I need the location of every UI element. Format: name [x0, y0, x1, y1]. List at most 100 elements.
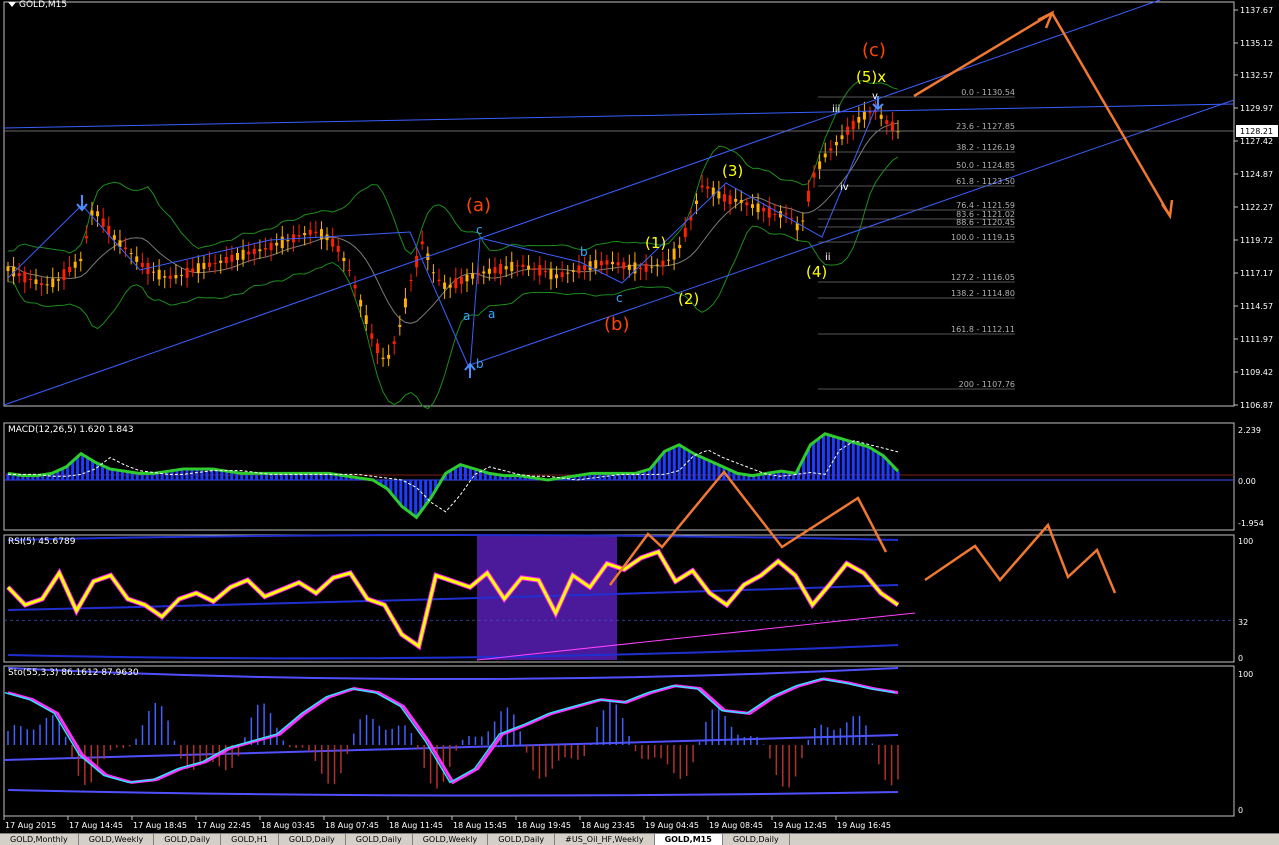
candle-body	[431, 272, 435, 274]
candle-body	[840, 135, 844, 140]
subwave-label-c: c	[616, 291, 623, 305]
subwave-label-ii: ii	[825, 252, 831, 263]
chart-tab[interactable]: GOLD,H1	[221, 834, 279, 845]
candle-body	[577, 265, 581, 274]
subwave-label-a: a	[463, 309, 470, 323]
candle-body	[487, 268, 491, 274]
subwave-label-b: b	[580, 245, 588, 259]
time-tick-label: 17 Aug 2015	[5, 821, 56, 830]
time-tick-label: 18 Aug 19:45	[517, 821, 571, 830]
chart-tab[interactable]: #US_Oil_HF,Weekly	[555, 834, 655, 845]
time-tick-label: 17 Aug 18:45	[133, 821, 187, 830]
candle-body	[806, 190, 810, 202]
wave-label-1: (1)	[645, 234, 666, 252]
candle-body	[784, 213, 788, 215]
candle-body	[694, 200, 698, 205]
sto-label: Sto(55,3,3) 86.1612 87.9630	[8, 668, 139, 678]
candle-body	[622, 262, 626, 269]
sto-tick-label: 100	[1238, 670, 1253, 679]
dropdown-arrow-icon[interactable]	[8, 2, 16, 7]
candle-body	[45, 284, 49, 286]
candle-body	[795, 223, 799, 231]
fib-label: 127.2 - 1116.05	[951, 273, 1015, 282]
candle-body	[611, 261, 615, 265]
chart-tab[interactable]: GOLD,Daily	[154, 834, 222, 845]
candle-body	[538, 265, 542, 276]
chart-tab[interactable]: GOLD,Weekly	[79, 834, 155, 845]
candle-body	[443, 282, 447, 289]
candle-body	[566, 272, 570, 274]
candle-body	[605, 260, 609, 265]
candle-body	[230, 254, 234, 262]
fib-label: 38.2 - 1126.19	[956, 143, 1015, 152]
time-tick-label: 18 Aug 03:45	[261, 821, 315, 830]
rsi-tick-label: 100	[1238, 537, 1253, 546]
time-tick-label: 18 Aug 07:45	[325, 821, 379, 830]
candle-body	[219, 260, 223, 264]
candle-body	[101, 218, 105, 227]
subwave-label-iv: iv	[840, 182, 849, 193]
candle-body	[734, 198, 738, 202]
chart-tab[interactable]: GOLD,M15	[654, 834, 723, 845]
candle-body	[717, 191, 721, 199]
price-tick-label: 1106.87	[1240, 401, 1273, 410]
candle-body	[655, 264, 659, 266]
candle-body	[56, 279, 60, 281]
candle-body	[661, 260, 665, 267]
chart-tab[interactable]: GOLD,Weekly	[413, 834, 489, 845]
candle-body	[364, 315, 368, 324]
candle-body	[745, 202, 749, 206]
candle-body	[879, 114, 883, 119]
candle-body	[140, 262, 144, 267]
candle-body	[599, 260, 603, 266]
chart-canvas: 0.0 - 1130.54 23.6 - 1127.85 38.2 - 1126.1…	[0, 0, 1279, 833]
candle-body	[532, 268, 536, 270]
candle-body	[347, 269, 351, 271]
time-tick-label: 17 Aug 22:45	[197, 821, 251, 830]
candle-body	[34, 279, 38, 285]
wave-label-4: (4)	[806, 263, 827, 281]
chart-tab[interactable]: GOLD,Daily	[723, 834, 790, 845]
candle-body	[403, 298, 407, 308]
candle-body	[762, 207, 766, 212]
chart-tab[interactable]: GOLD,Daily	[346, 834, 413, 845]
candle-body	[112, 235, 116, 240]
candle-body	[801, 220, 805, 222]
macd-tick-label: 2.239	[1238, 426, 1261, 435]
fib-label: 100.0 - 1119.15	[951, 233, 1015, 242]
candle-body	[387, 354, 391, 359]
candle-body	[73, 261, 77, 268]
candle-body	[224, 256, 228, 264]
time-tick-label: 18 Aug 23:45	[581, 821, 635, 830]
candle-body	[185, 267, 189, 278]
candle-body	[521, 264, 525, 267]
candle-body	[571, 270, 575, 272]
chart-tab[interactable]: GOLD,Monthly	[0, 834, 79, 845]
candle-body	[549, 268, 553, 280]
chart-tab[interactable]: GOLD,Daily	[488, 834, 556, 845]
candle-body	[616, 262, 620, 266]
macd-tick-label: -1.954	[1238, 519, 1264, 528]
candle-body	[202, 262, 206, 269]
candle-body	[353, 284, 357, 289]
candle-body	[398, 324, 402, 327]
macd-label: MACD(12,26,5) 1.620 1.843	[8, 425, 134, 435]
time-tick-label: 17 Aug 14:45	[69, 821, 123, 830]
candle-body	[370, 333, 374, 339]
candle-body	[823, 153, 827, 158]
candle-body	[68, 266, 72, 273]
candle-body	[23, 271, 27, 283]
candle-body	[163, 276, 167, 278]
candle-body	[84, 236, 88, 239]
candle-body	[454, 278, 458, 289]
price-tick-label: 1127.42	[1240, 137, 1273, 146]
wave-label-2: (2)	[678, 290, 699, 308]
time-tick-label: 19 Aug 08:45	[709, 821, 763, 830]
price-tick-label: 1124.87	[1240, 170, 1273, 179]
chart-tab[interactable]: GOLD,Daily	[279, 834, 346, 845]
candle-body	[308, 229, 312, 235]
candle-body	[890, 121, 894, 132]
wave-label-a: (a)	[466, 195, 491, 216]
candle-body	[129, 252, 133, 254]
candle-body	[510, 261, 514, 272]
